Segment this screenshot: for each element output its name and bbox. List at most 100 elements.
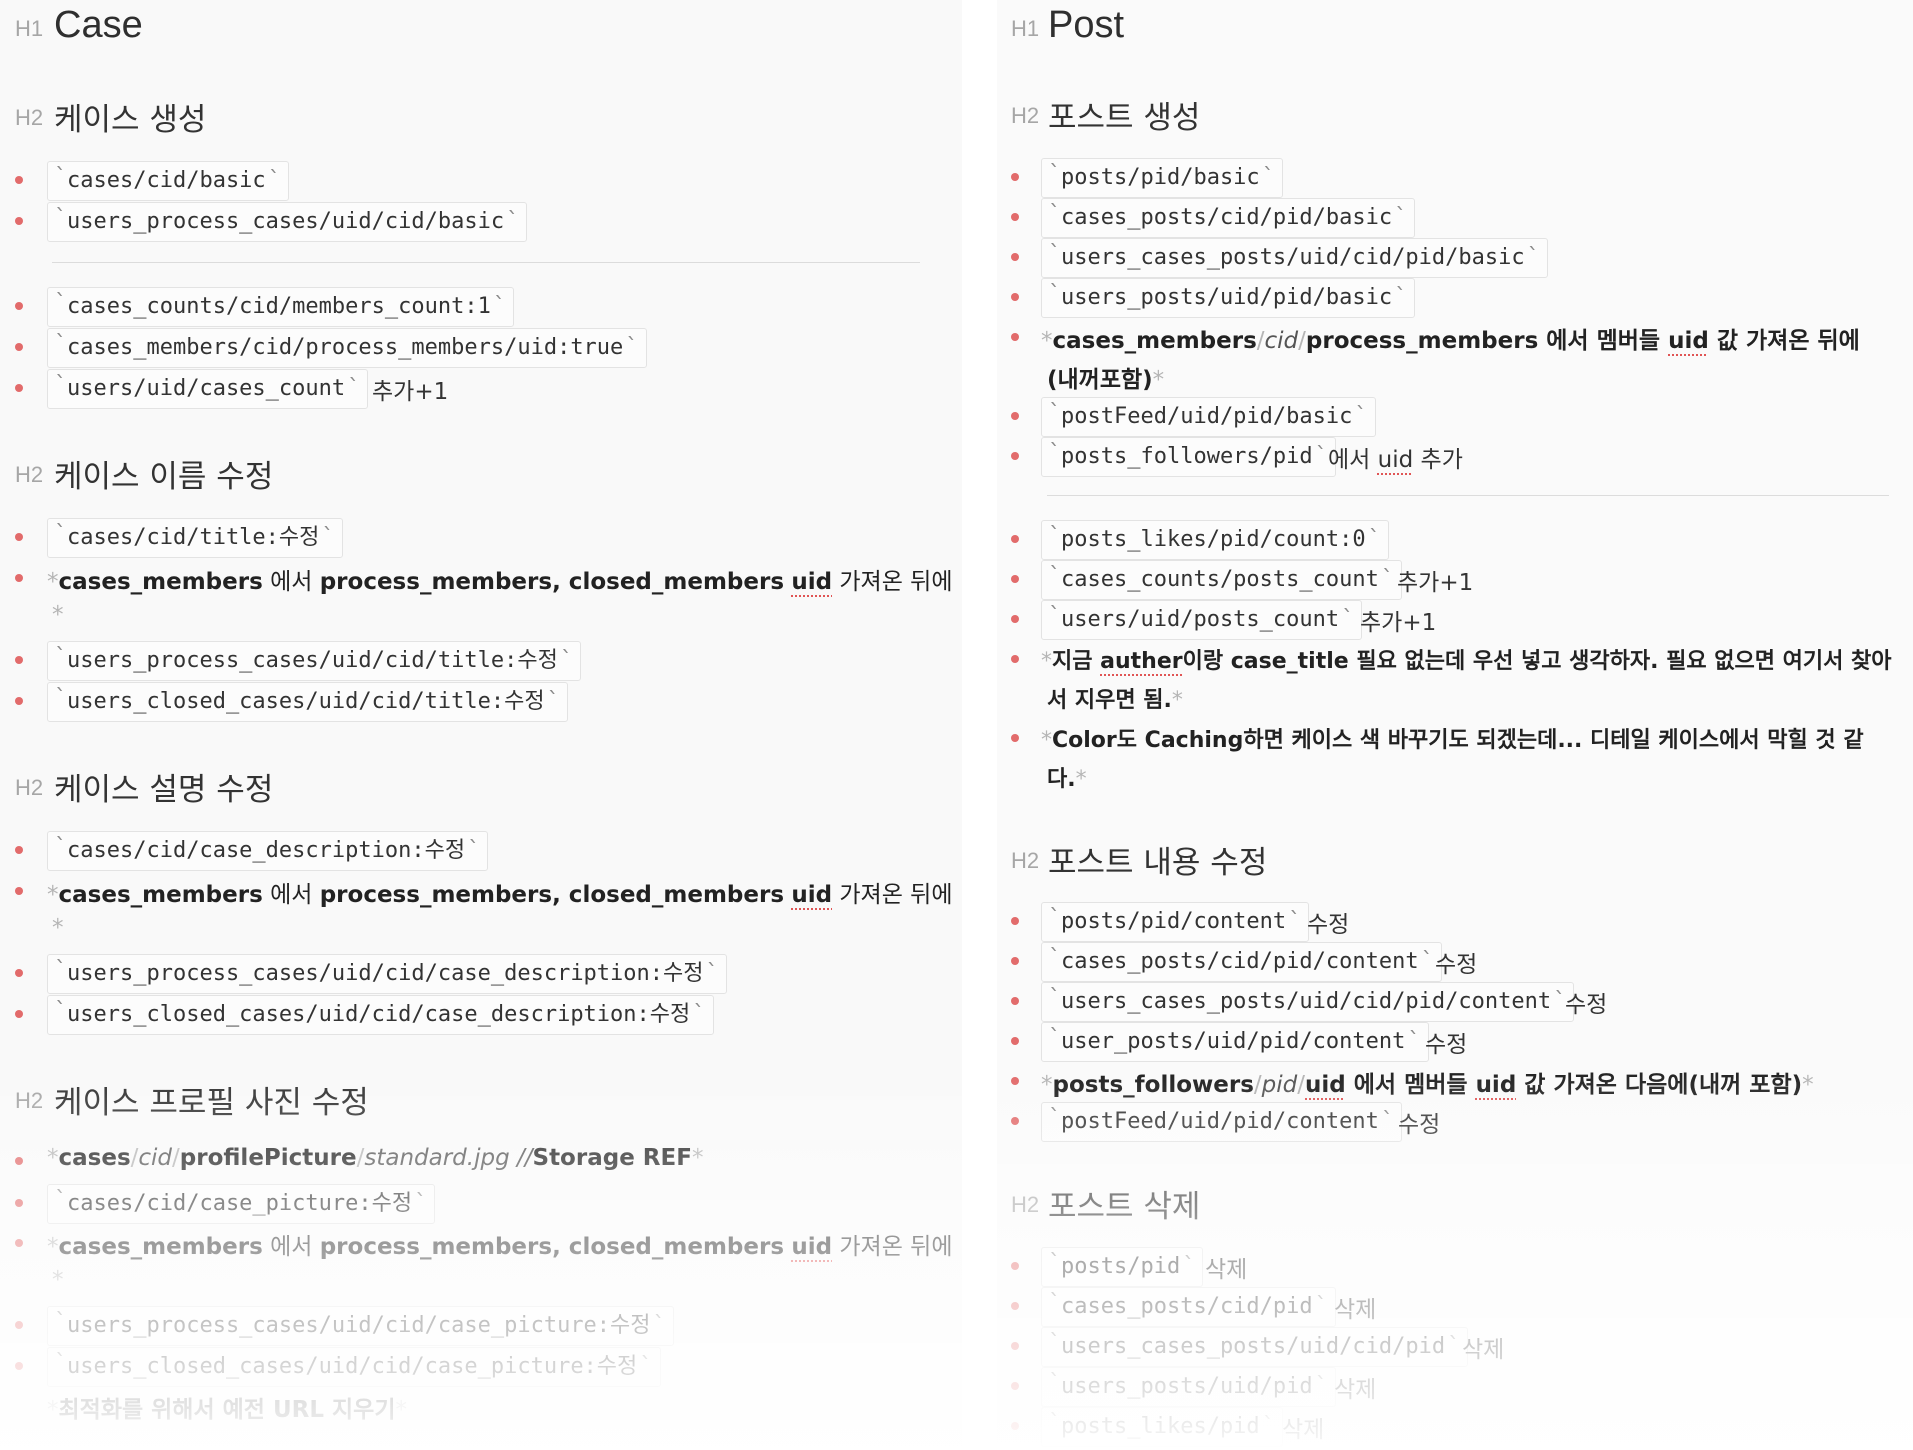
code-path: users_process_cases/uid/cid/basic <box>47 200 528 242</box>
code-path: posts/pid/basic <box>1041 156 1283 198</box>
code-path: posts_likes/pid <box>1041 1405 1283 1447</box>
code-path: users_cases_posts/uid/cid/pid/content <box>1041 980 1575 1022</box>
code-path: postFeed/uid/pid/basic <box>1041 395 1376 437</box>
divider <box>1047 495 1889 496</box>
code-path: cases_posts/cid/pid/basic <box>1041 196 1416 238</box>
page-title: Case <box>54 4 143 46</box>
bullet <box>1011 1037 1019 1045</box>
bullet <box>1011 1382 1019 1390</box>
h2-marker: H2 <box>1011 103 1040 128</box>
bullet <box>15 1321 23 1329</box>
increment-note: 추가+1 <box>1397 570 1474 596</box>
bullet <box>1011 452 1019 460</box>
bullet <box>1011 412 1019 420</box>
code-path: users_cases_posts/uid/cid/pid/basic <box>1041 236 1548 278</box>
h2-marker: H2 <box>1011 848 1040 873</box>
bullet <box>15 176 23 184</box>
h1-marker: H1 <box>1011 16 1040 41</box>
heading-case-name-edit: 케이스 이름 수정 <box>54 459 274 495</box>
heading-case-description-edit: 케이스 설명 수정 <box>54 772 274 808</box>
bullet <box>15 656 23 664</box>
code-path: user_posts/uid/pid/content <box>1041 1020 1429 1062</box>
code-path: users_closed_cases/uid/cid/case_picture:… <box>47 1345 661 1387</box>
code-path: posts_followers/pid <box>1041 435 1336 477</box>
bullet <box>1011 734 1019 742</box>
bullet <box>15 384 23 392</box>
italic-note: *cases_members 에서 process_members, close… <box>47 1234 953 1260</box>
code-path: postFeed/uid/pid/content <box>1041 1100 1403 1142</box>
code-path: cases_members/cid/process_members/uid:tr… <box>47 326 647 368</box>
code-path: cases/cid/case_picture:수정 <box>47 1182 436 1224</box>
code-path: cases/cid/case_description:수정 <box>47 829 489 871</box>
bullet <box>15 887 23 895</box>
code-path: users_process_cases/uid/cid/case_picture… <box>47 1304 674 1346</box>
code-path: users_posts/uid/pid/basic <box>1041 276 1416 318</box>
bullet <box>1011 1342 1019 1350</box>
code-path: cases/cid/title:수정 <box>47 516 343 558</box>
code-path: users/uid/posts_count <box>1041 598 1363 640</box>
heading-case-picture-edit: 케이스 프로필 사진 수정 <box>54 1085 369 1121</box>
bullet <box>1011 1117 1019 1125</box>
code-path: cases/cid/basic <box>47 159 289 201</box>
italic-note: *cases_members/cid/process_members 에서 멤버… <box>1041 328 1860 354</box>
bullet <box>15 1239 23 1247</box>
h2-marker: H2 <box>1011 1192 1040 1217</box>
h2-marker: H2 <box>15 462 44 487</box>
case-document: H1 Case H2 케이스 생성 cases/cid/basic users_… <box>0 0 962 1450</box>
code-path: posts/pid/content <box>1041 900 1310 942</box>
bullet <box>1011 655 1019 663</box>
code-path: posts/pid <box>1041 1245 1204 1287</box>
divider <box>52 262 920 263</box>
bullet <box>15 343 23 351</box>
code-path: posts_likes/pid/count:0 <box>1041 518 1389 560</box>
bullet <box>1011 173 1019 181</box>
heading-post-delete: 포스트 삭제 <box>1048 1189 1201 1225</box>
bullet <box>1011 1422 1019 1430</box>
bullet <box>15 1157 23 1165</box>
heading-case-create: 케이스 생성 <box>54 102 207 138</box>
italic-note: *최적화를 위해서 예전 URL 지우기* <box>47 1397 407 1423</box>
bullet <box>1011 213 1019 221</box>
bullet <box>15 969 23 977</box>
bullet <box>1011 615 1019 623</box>
code-path: cases_posts/cid/pid/content <box>1041 940 1442 982</box>
bullet <box>1011 333 1019 341</box>
code-path: users_closed_cases/uid/cid/case_descript… <box>47 993 714 1035</box>
code-path: users_posts/uid/pid <box>1041 1365 1336 1407</box>
code-path: cases_posts/cid/pid <box>1041 1285 1336 1327</box>
bullet <box>1011 917 1019 925</box>
bullet <box>1011 997 1019 1005</box>
storage-ref-note: *cases/cid/profilePicture/standard.jpg /… <box>47 1145 704 1171</box>
bullet <box>15 846 23 854</box>
code-path: users_process_cases/uid/cid/title:수정 <box>47 639 582 681</box>
h2-marker: H2 <box>15 775 44 800</box>
code-path: users/uid/cases_count <box>47 367 369 409</box>
italic-note: *posts_followers/pid/uid 에서 멤버들 uid 값 가져… <box>1041 1072 1814 1098</box>
h2-marker: H2 <box>15 105 44 130</box>
heading-post-content-edit: 포스트 내용 수정 <box>1048 845 1268 881</box>
bullet <box>15 302 23 310</box>
italic-note: *Color도 Caching하면 케이스 색 바꾸기도 되겠는데... 디테일… <box>1041 728 1864 753</box>
increment-note: 추가+1 <box>372 379 449 405</box>
bullet <box>1011 293 1019 301</box>
bullet <box>15 533 23 541</box>
bullet <box>15 697 23 705</box>
bullet <box>15 217 23 225</box>
italic-note: *cases_members 에서 process_members, close… <box>47 569 953 595</box>
bullet <box>1011 957 1019 965</box>
heading-post-create: 포스트 생성 <box>1048 100 1201 136</box>
bullet <box>1011 575 1019 583</box>
code-path: users_process_cases/uid/cid/case_descrip… <box>47 952 727 994</box>
page-title: Post <box>1048 4 1125 46</box>
bullet <box>1011 1302 1019 1310</box>
increment-note: 추가+1 <box>1360 610 1437 636</box>
bullet <box>15 574 23 582</box>
bullet <box>15 1362 23 1370</box>
bullet <box>1011 535 1019 543</box>
bullet <box>1011 253 1019 261</box>
code-path: cases_counts/posts_count <box>1041 558 1403 600</box>
code-path: users_closed_cases/uid/cid/title:수정 <box>47 680 568 722</box>
code-path: users_cases_posts/uid/cid/pid <box>1041 1325 1469 1367</box>
italic-note: *cases_members 에서 process_members, close… <box>47 882 953 908</box>
italic-note: *지금 auther이랑 case_title 필요 없는데 우선 넣고 생각하… <box>1041 649 1892 674</box>
